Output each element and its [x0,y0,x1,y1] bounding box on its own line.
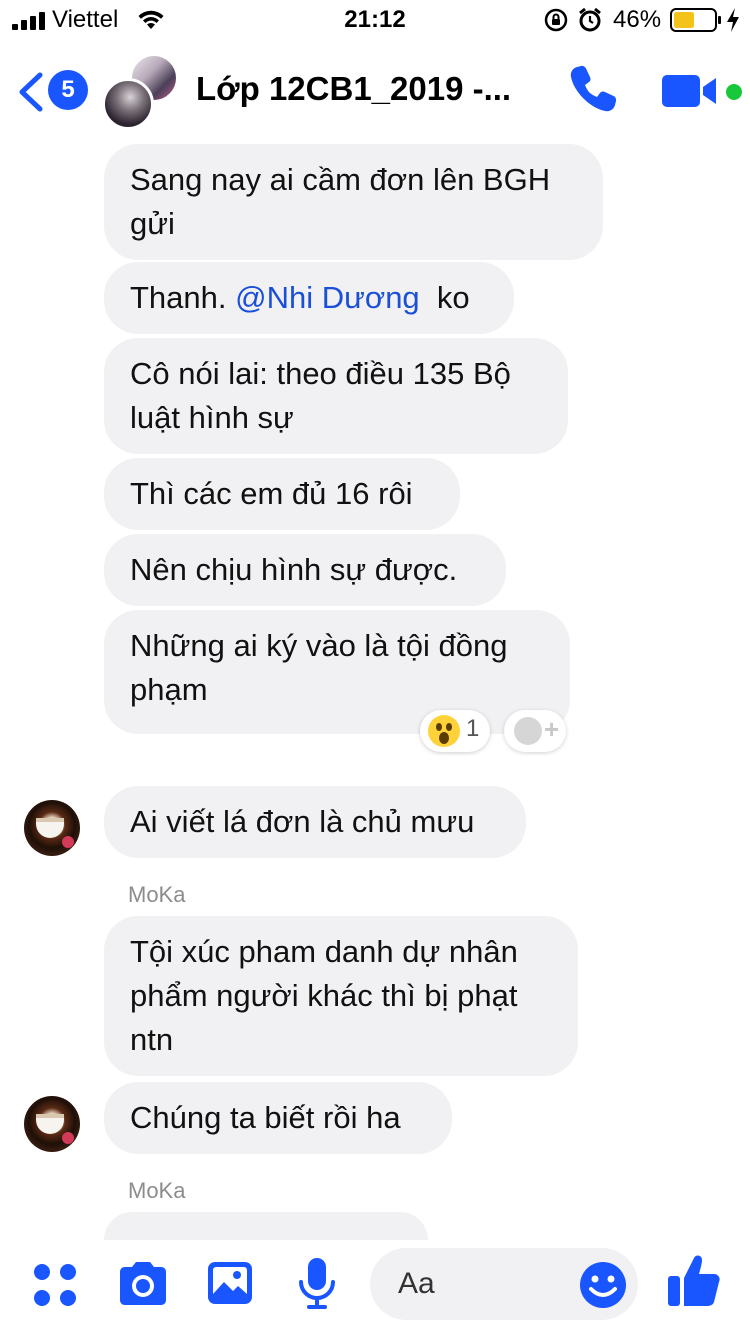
user-mention-link[interactable]: @Nhi Dương [235,280,420,315]
message-bubble[interactable]: Ai viết lá đơn là chủ mưu [104,786,526,858]
video-camera-icon[interactable] [660,72,720,110]
message-text: Chúng ta biết rồi ha [130,1100,401,1135]
alarm-icon [579,7,601,32]
message-bubble[interactable]: Thanh. @Nhi Dương ko [104,262,514,334]
message-text: Cô nói lai: theo điều 135 Bộ luật hình s… [130,356,511,435]
message-bubble[interactable]: Chúng ta biết rồi ha [104,1082,452,1154]
message-bubble[interactable]: Sang nay ai cầm đơn lên BGH gửi [104,144,603,260]
sender-name: MoKa [128,882,186,907]
message-bubble[interactable]: Tội xúc pham danh dự nhân phẩm người khá… [104,916,578,1076]
message-text: Thanh. [130,280,236,315]
message-bubble[interactable]: Thì các em đủ 16 rôi [104,458,460,530]
reaction-summary[interactable]: 1 [420,710,490,752]
unread-count-badge: 5 [48,70,88,110]
phone-icon[interactable] [566,62,620,116]
chat-header: 5 Lớp 12CB1_2019 -... [0,48,750,138]
message-text: Những ai ký vào là tội đồng phạm [130,628,508,707]
message-text: Nên chịu hình sự được. [130,552,458,587]
rotation-lock-icon [544,8,568,32]
plus-icon: + [544,714,560,744]
reaction-count: 1 [466,715,480,742]
message-bubble[interactable]: Những ai ký vào là tội đồng phạm [104,610,570,734]
member-avatar [102,78,154,130]
group-avatar[interactable] [102,54,180,132]
conversation-title[interactable]: Lớp 12CB1_2019 -... [196,70,511,108]
message-text: Sang nay ai cầm đơn lên BGH gửi [130,162,551,241]
message-bubble[interactable]: Nên chịu hình sự được. [104,534,506,606]
sender-name: MoKa [128,1178,186,1203]
message-bubble[interactable]: Cô nói lai: theo điều 135 Bộ luật hình s… [104,338,568,454]
thumbs-up-icon[interactable] [666,1252,722,1308]
battery-icon [670,8,721,32]
image-icon[interactable] [206,1260,254,1306]
message-composer[interactable] [370,1248,638,1320]
chevron-left-icon [19,72,43,112]
online-status-dot [726,84,742,100]
battery-percent: 46% [613,6,662,33]
sender-avatar[interactable] [24,800,80,856]
composer-bar [0,1240,750,1334]
message-text: ko [419,280,470,315]
message-text: Thì các em đủ 16 rôi [130,476,413,511]
sender-avatar[interactable] [24,1096,80,1152]
smiley-icon [514,717,542,745]
smiley-icon[interactable] [578,1260,628,1310]
microphone-icon[interactable] [296,1256,338,1310]
status-bar: Viettel 21:12 46% [0,0,750,40]
back-button[interactable]: 5 [16,68,88,116]
grid-dots-icon[interactable] [32,1262,78,1308]
message-input[interactable] [398,1248,588,1320]
message-text: Ai viết lá đơn là chủ mưu [130,804,475,839]
message-text: Tội xúc pham danh dự nhân phẩm người khá… [130,934,518,1057]
charging-bolt-icon [727,8,739,32]
camera-icon[interactable] [116,1260,170,1306]
add-reaction-button[interactable]: + [504,710,566,752]
wow-emoji-icon [428,715,460,747]
